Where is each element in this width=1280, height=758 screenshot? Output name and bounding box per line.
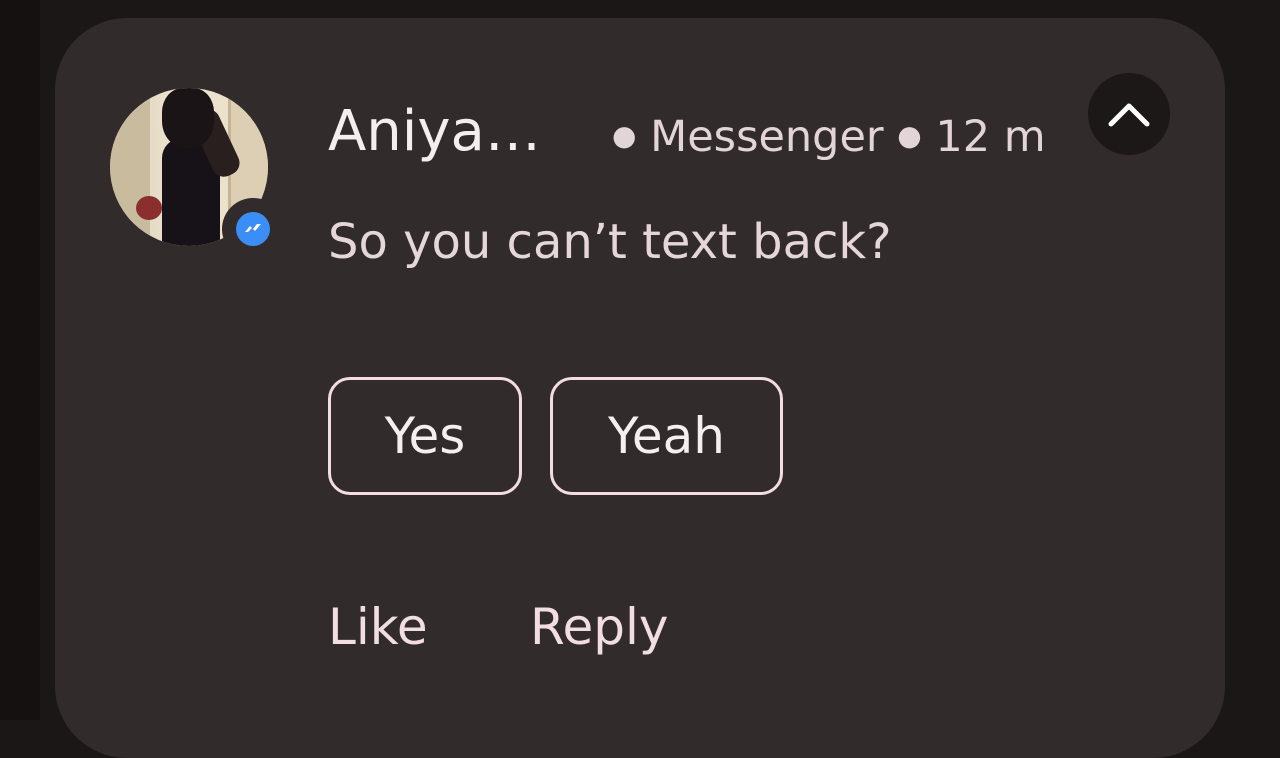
messenger-badge — [222, 198, 284, 260]
message-text: So you can’t text back? — [328, 214, 892, 270]
separator-dot: ● — [612, 118, 637, 152]
like-button[interactable]: Like — [328, 594, 428, 660]
time-ago: 12 m — [935, 112, 1046, 162]
reply-button[interactable]: Reply — [530, 594, 668, 660]
quick-reply-yes[interactable]: Yes — [328, 377, 522, 495]
avatar-figure-head — [162, 88, 214, 148]
app-name: Messenger — [650, 112, 884, 162]
sender-name: Aniya… — [328, 99, 541, 164]
screen-edge — [0, 0, 40, 720]
chevron-up-icon — [1108, 103, 1150, 127]
messenger-icon — [236, 212, 270, 246]
avatar-background-flowers — [136, 196, 162, 220]
quick-reply-yeah[interactable]: Yeah — [550, 377, 783, 495]
avatar-background-door — [110, 88, 150, 246]
notification-meta: ● Messenger ● 12 m — [612, 108, 1046, 169]
separator-dot: ● — [897, 118, 922, 152]
collapse-button[interactable] — [1088, 73, 1170, 155]
